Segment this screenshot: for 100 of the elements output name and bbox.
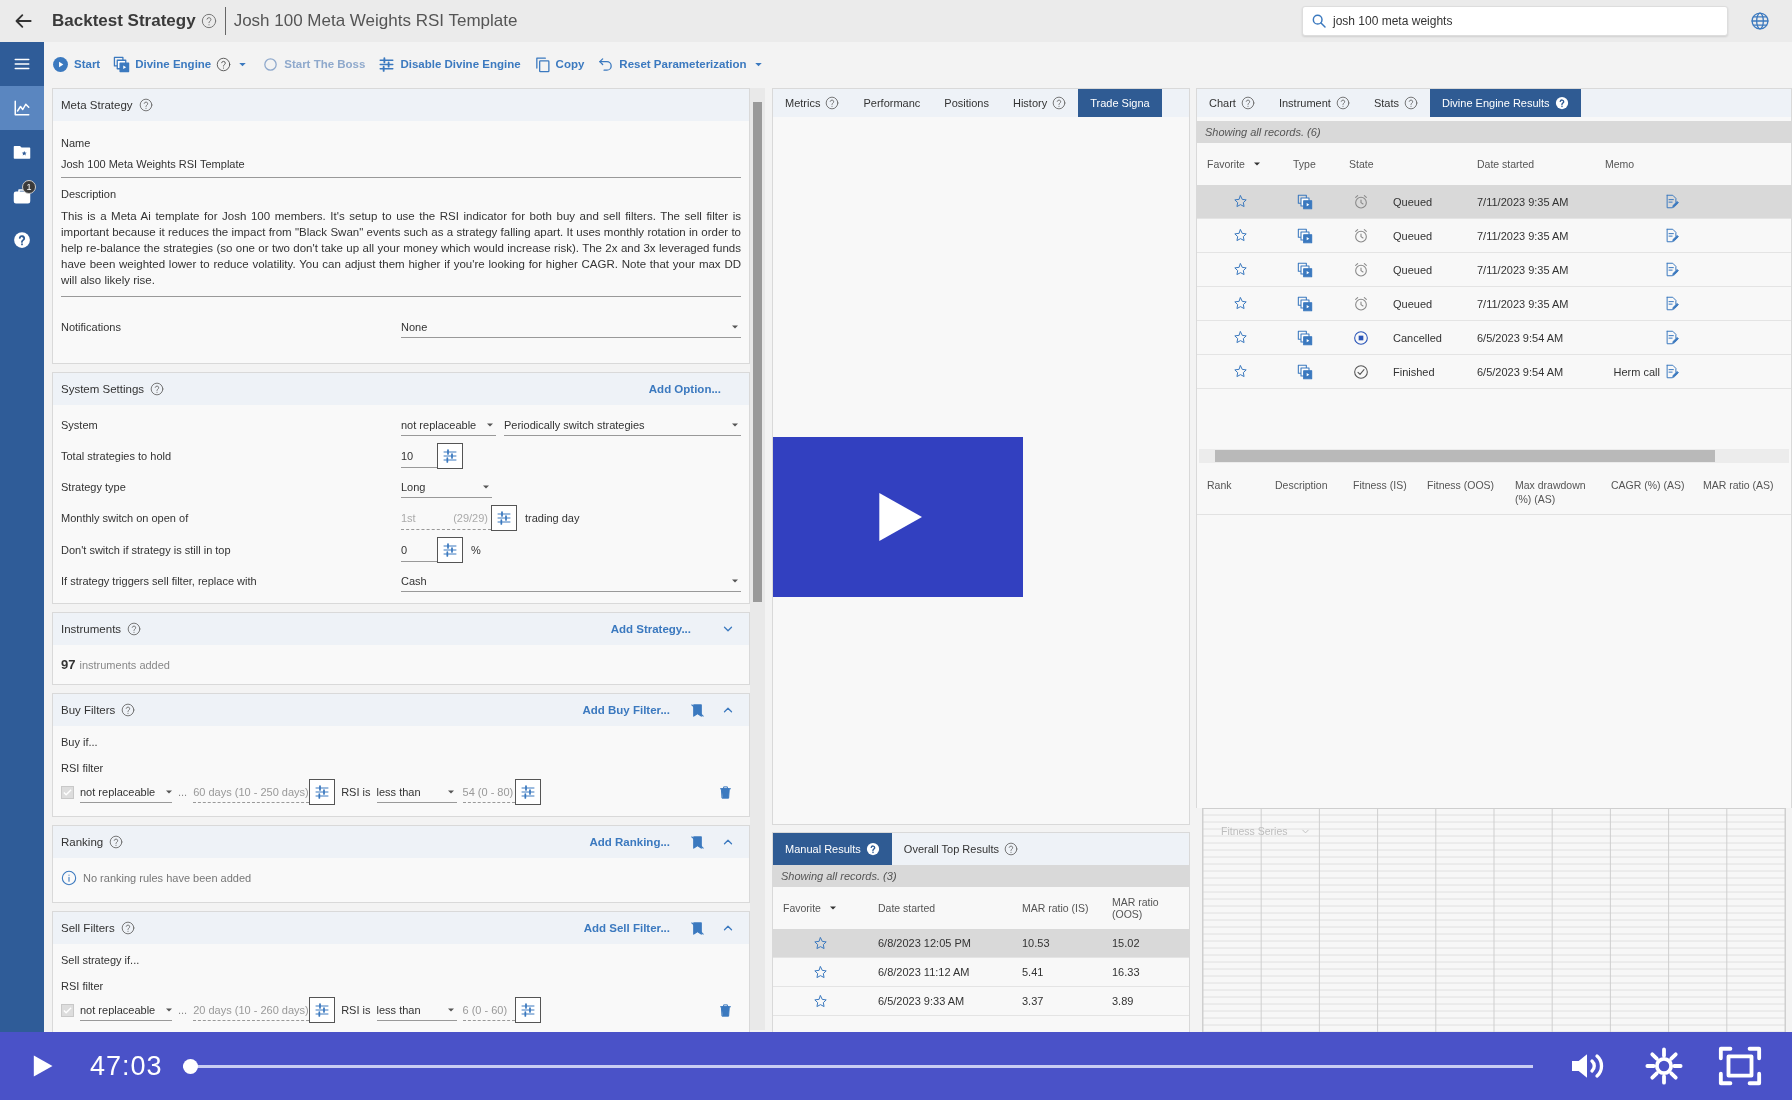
add-link[interactable]: Add Option... [648,383,721,395]
help-icon[interactable] [1240,96,1255,110]
star-icon[interactable] [813,993,828,1009]
text-field[interactable]: Josh 100 Meta Weights RSI Template [61,149,741,178]
star-icon[interactable] [1232,194,1248,209]
help-icon[interactable] [109,835,124,849]
progress-thumb[interactable] [183,1058,198,1074]
help-icon[interactable] [1335,96,1350,110]
help-icon[interactable] [200,13,217,29]
tab[interactable]: Metrics [773,89,852,117]
help-icon[interactable] [216,56,232,72]
trash-icon[interactable] [718,784,733,800]
tune-button[interactable] [437,443,463,469]
tune-button[interactable] [491,505,517,531]
nav-button[interactable] [0,86,44,130]
document-pencil-icon[interactable] [1664,364,1679,379]
help-icon[interactable] [120,921,135,935]
help-icon[interactable] [1052,96,1067,110]
add-link[interactable]: Add Ranking... [589,836,670,848]
nav-button[interactable]: 1 [0,174,44,218]
section-title: System Settings [61,383,145,395]
dropdown[interactable]: None [401,316,741,338]
tab[interactable]: Positions [932,89,1001,117]
tab[interactable]: Overall Top Results [891,833,1030,865]
star-icon[interactable] [813,935,828,951]
help-icon[interactable] [825,96,840,110]
column-header: Rank [1206,478,1233,492]
document-pencil-icon[interactable] [1664,296,1679,311]
add-link[interactable]: Add Sell Filter... [583,922,670,934]
help-icon[interactable] [121,703,136,717]
help-icon[interactable] [1004,842,1018,856]
star-icon[interactable] [813,964,828,980]
crossed-bookmark-icon[interactable] [690,920,705,936]
scrollbar[interactable] [1199,449,1789,463]
tab[interactable]: Manual Results [773,833,892,865]
tab[interactable]: History [1000,89,1079,117]
column-header[interactable]: Favorite [773,902,868,914]
search-field[interactable]: josh 100 meta weights [1302,6,1728,36]
checkbox[interactable] [61,1003,74,1017]
star-icon[interactable] [1232,296,1248,311]
dropdown[interactable]: not replaceable [401,414,496,436]
help-icon[interactable] [138,98,153,112]
dropdown[interactable]: not replaceable [80,781,172,803]
checkbox[interactable] [61,785,74,799]
document-pencil-icon[interactable] [1664,194,1679,209]
help-icon[interactable] [1554,96,1569,110]
tune-button[interactable] [514,997,541,1023]
toolbar-button[interactable]: Reset Parameterization [597,55,765,73]
help-icon[interactable] [150,382,165,396]
settings-icon[interactable] [1645,1047,1683,1085]
help-icon[interactable] [1403,96,1418,110]
star-icon[interactable] [1232,364,1248,379]
crossed-bookmark-icon[interactable] [690,702,705,718]
document-pencil-icon[interactable] [1664,330,1679,345]
back-arrow-icon[interactable] [14,11,34,31]
add-link[interactable]: Add Strategy... [610,623,691,635]
table-row[interactable]: 6/8/2023 12:05 PM 10.53 15.02 [773,929,1189,958]
help-icon[interactable] [127,622,142,636]
add-link[interactable]: Add Buy Filter... [582,704,670,716]
tune-button[interactable] [437,537,463,563]
toolbar-button[interactable]: Start [52,55,101,73]
scrollbar[interactable] [750,88,765,1030]
text-area[interactable]: This is a Meta Ai template for Josh 100 members. It's setup to use the RSI indicator for both buy and sell filters. The sell filter is important because it reduces the impact from "Black Swan" events such as a strategy falling apart. It uses monthly rotation in order to help re-balance the strategies (so one or two don't take up all your money which would increase risk). The 2x and 3x leveraged funds have been weighted lower to reduce volatility. You can adjust them higher if you're looking for higher CAGR. Note that your max DD will also likely rise. [61,200,741,297]
tab[interactable]: Trade Signa [1078,89,1162,117]
document-pencil-icon[interactable] [1664,228,1679,243]
tab[interactable]: Divine Engine Results [1429,89,1581,117]
column-header[interactable]: Favorite [1197,158,1283,170]
star-icon[interactable] [1232,330,1248,345]
star-icon[interactable] [1232,262,1248,277]
dropdown[interactable]: Long [401,476,492,498]
tab[interactable]: Performanc [851,89,933,117]
document-pencil-icon[interactable] [1664,262,1679,277]
table-cell-text: 7/11/2023 9:35 AM [1476,195,1570,208]
play-button[interactable] [773,437,1023,597]
help-icon[interactable] [865,842,880,856]
dropdown[interactable]: less than [376,999,457,1021]
globe-icon[interactable] [1750,11,1770,31]
intro-text: Sell strategy if... [61,954,141,966]
star-icon[interactable] [1232,228,1248,243]
table-cell-text: Queued [1392,297,1434,310]
tune-button[interactable] [309,779,336,805]
toolbar-button[interactable]: Disable Divine Engine [378,55,521,73]
filter-name: RSI filter [61,762,105,774]
dropdown[interactable]: Periodically switch strategies [504,414,741,436]
tune-button[interactable] [514,779,541,805]
tab[interactable]: Chart [1197,89,1267,117]
toolbar-button[interactable]: Copy [533,55,585,73]
toolbar-button[interactable]: Divine Engine [113,55,250,73]
dropdown[interactable]: Cash [401,570,741,592]
tune-button[interactable] [309,997,336,1023]
dropdown[interactable]: less than [376,781,457,803]
trash-icon[interactable] [718,1002,733,1018]
dropdown[interactable]: not replaceable [80,999,172,1021]
status-text: Showing all records. (3) [773,865,1189,887]
table-row[interactable]: Queued 7/11/2023 9:35 AM [1197,185,1791,219]
tab[interactable]: Instrument [1266,89,1362,117]
crossed-bookmark-icon[interactable] [690,834,705,850]
folder-star-icon [13,143,31,161]
tab[interactable]: Stats [1361,89,1430,117]
table-cell-text: 6/8/2023 12:05 PM [877,937,972,949]
